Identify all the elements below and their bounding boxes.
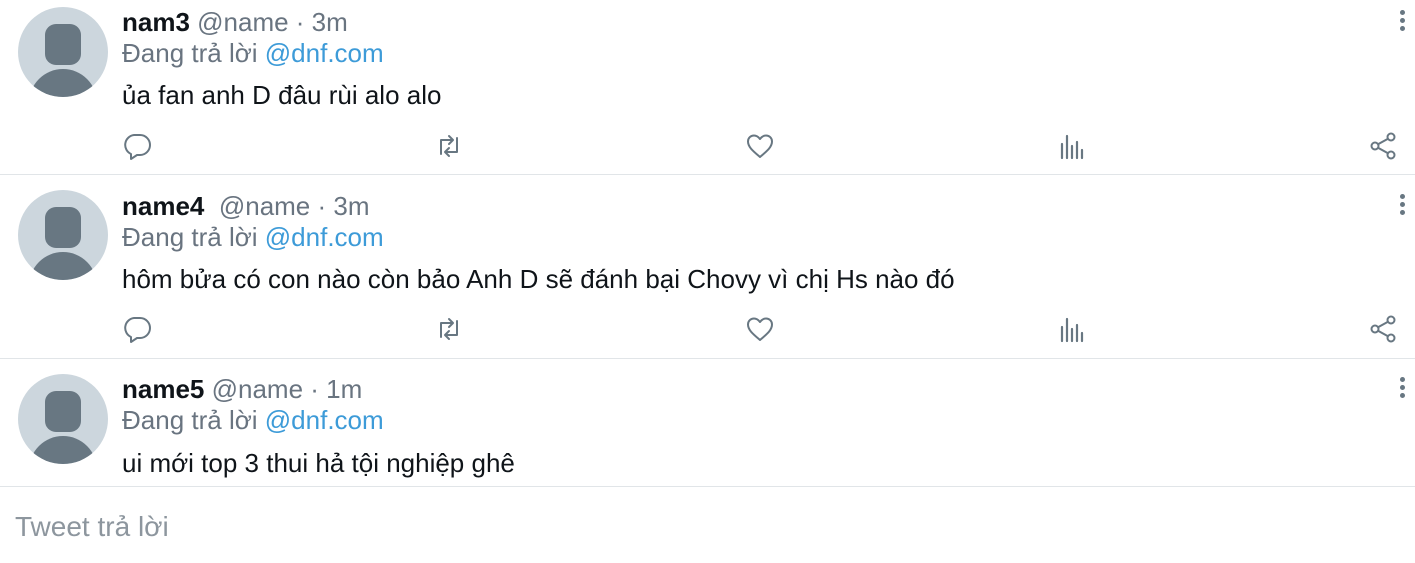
replying-to: Đang trả lời @dnf.com — [122, 222, 384, 252]
reply-input[interactable]: Tweet trả lời — [15, 511, 169, 543]
views-icon[interactable] — [1056, 130, 1088, 162]
like-icon[interactable] — [744, 130, 776, 162]
display-name[interactable]: name4 — [122, 191, 204, 221]
handle-and-time: @name · 3m — [204, 191, 370, 221]
replying-label: Đang trả lời — [122, 222, 265, 252]
tweet-text: ủa fan anh D đâu rùi alo alo — [122, 80, 442, 110]
more-icon[interactable] — [1392, 377, 1412, 403]
avatar[interactable] — [18, 190, 108, 280]
tweet-text: ui mới top 3 thui hả tội nghiệp ghê — [122, 448, 515, 478]
retweet-icon[interactable] — [433, 130, 465, 162]
more-icon[interactable] — [1392, 194, 1412, 220]
more-icon[interactable] — [1392, 10, 1412, 36]
tweet-header: name5 @name · 1m — [122, 374, 362, 404]
avatar[interactable] — [18, 374, 108, 464]
mention-link[interactable]: @dnf.com — [265, 405, 384, 435]
tweet-text: hôm bửa có con nào còn bảo Anh D sẽ đánh… — [122, 264, 955, 294]
tweet-actions — [0, 313, 1415, 347]
replying-label: Đang trả lời — [122, 38, 265, 68]
display-name[interactable]: name5 — [122, 374, 204, 404]
tweet[interactable]: name4 @name · 3m Đang trả lời @dnf.com h… — [0, 175, 1415, 359]
like-icon[interactable] — [744, 313, 776, 345]
tweet[interactable]: name5 @name · 1m Đang trả lời @dnf.com u… — [0, 359, 1415, 487]
tweet-header: name4 @name · 3m — [122, 191, 370, 221]
tweet-actions — [0, 130, 1415, 164]
handle-and-time: @name · 1m — [204, 374, 363, 404]
reply-icon[interactable] — [121, 130, 153, 162]
replying-to: Đang trả lời @dnf.com — [122, 38, 384, 68]
handle-and-time: @name · 3m — [189, 7, 348, 37]
reply-composer[interactable]: Tweet trả lời — [0, 487, 1415, 563]
display-name[interactable]: nam3 — [122, 7, 190, 37]
replying-label: Đang trả lời — [122, 405, 265, 435]
share-icon[interactable] — [1367, 130, 1399, 162]
share-icon[interactable] — [1367, 313, 1399, 345]
retweet-icon[interactable] — [433, 313, 465, 345]
avatar[interactable] — [18, 7, 108, 97]
mention-link[interactable]: @dnf.com — [265, 38, 384, 68]
mention-link[interactable]: @dnf.com — [265, 222, 384, 252]
tweet-header: nam3 @name · 3m — [122, 7, 348, 37]
replying-to: Đang trả lời @dnf.com — [122, 405, 384, 435]
reply-icon[interactable] — [121, 313, 153, 345]
views-icon[interactable] — [1056, 313, 1088, 345]
tweet[interactable]: nam3 @name · 3m Đang trả lời @dnf.com ủa… — [0, 0, 1415, 175]
